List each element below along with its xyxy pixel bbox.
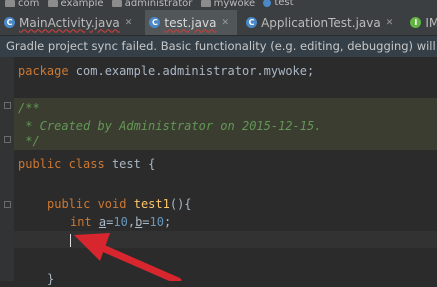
folder-icon bbox=[47, 0, 58, 7]
current-line-highlight bbox=[14, 231, 437, 248]
code-line-int: int a=10,b=10; bbox=[70, 215, 172, 229]
interface-icon: I bbox=[410, 17, 422, 28]
code-editor[interactable]: package com.example.administrator.mywoke… bbox=[14, 57, 437, 286]
tab-mainactivity[interactable]: C MainActivity.java ✕ bbox=[0, 10, 140, 35]
breadcrumb-item-test[interactable]: test bbox=[258, 0, 294, 8]
folder-icon bbox=[111, 0, 122, 7]
breadcrumb-item-com[interactable]: com bbox=[0, 0, 39, 9]
code-line-package: package com.example.administrator.mywoke… bbox=[18, 64, 315, 78]
gradle-sync-notice: Gradle project sync failed. Basic functi… bbox=[0, 36, 437, 57]
fold-marker-icon[interactable] bbox=[4, 201, 11, 208]
code-line-close: } bbox=[47, 272, 55, 286]
code-line-method: public void test1(){ bbox=[47, 197, 192, 211]
close-icon[interactable]: ✕ bbox=[386, 18, 394, 28]
code-line-doc-open: /** bbox=[18, 101, 40, 115]
editor-tabs: C MainActivity.java ✕ C test.java ✕ C Ap… bbox=[0, 10, 437, 36]
tab-imyaidlinterface[interactable]: I IMyAidlInterface bbox=[406, 10, 437, 35]
close-icon[interactable]: ✕ bbox=[221, 18, 229, 28]
code-line-doc-close: */ bbox=[18, 134, 40, 148]
code-line-class: public class test { bbox=[18, 157, 156, 171]
tab-applicationtest[interactable]: C ApplicationTest.java ✕ bbox=[242, 10, 401, 35]
fold-marker-icon[interactable] bbox=[4, 136, 11, 143]
class-icon: C bbox=[4, 17, 15, 28]
code-line-cursor bbox=[70, 233, 71, 249]
folder-icon bbox=[200, 0, 211, 7]
breadcrumb-item-mywoke[interactable]: mywoke bbox=[196, 0, 255, 9]
breadcrumb: com example administrator mywoke test bbox=[0, 0, 437, 10]
class-icon: C bbox=[246, 17, 258, 28]
class-icon bbox=[263, 0, 272, 7]
folder-icon bbox=[5, 0, 15, 7]
breadcrumb-item-administrator[interactable]: administrator bbox=[107, 0, 192, 9]
text-caret bbox=[70, 234, 71, 247]
close-icon[interactable]: ✕ bbox=[125, 18, 133, 28]
notice-text: Gradle project sync failed. Basic functi… bbox=[6, 39, 437, 53]
tab-test[interactable]: C test.java ✕ bbox=[145, 10, 237, 35]
breadcrumb-item-example[interactable]: example bbox=[43, 0, 104, 9]
editor-gutter bbox=[0, 57, 14, 281]
code-line-doc-text: * Created by Administrator on 2015-12-15… bbox=[18, 119, 322, 133]
class-icon: C bbox=[149, 17, 161, 28]
fold-marker-icon[interactable] bbox=[4, 102, 11, 109]
